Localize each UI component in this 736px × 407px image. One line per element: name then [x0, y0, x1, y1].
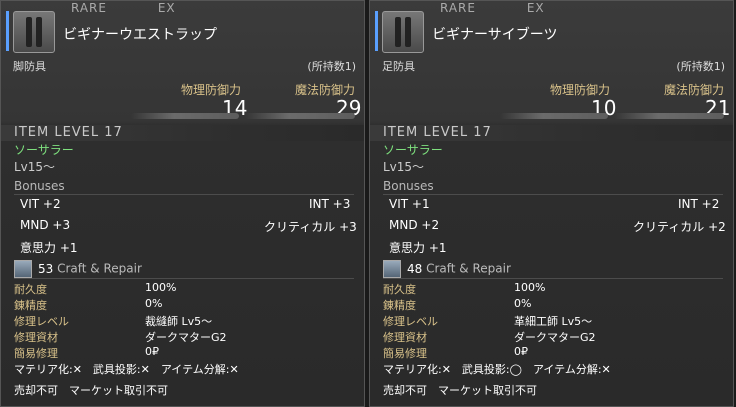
bonus-stat: INT +3: [309, 197, 351, 211]
bonus-stat: 意思力 +1: [389, 241, 447, 255]
bonus-stat: VIT +2: [20, 197, 61, 211]
tooltip-container: RARE EX ビギナーウエストラップ 脚防具 (所持数1) 物理防御力 魔法防…: [0, 0, 736, 407]
leg-armor-icon: [13, 11, 55, 53]
craft-repair-header: 48 Craft & Repair: [383, 260, 511, 278]
craft-label: Craft & Repair: [426, 261, 511, 276]
owned-count: (所持数1): [676, 60, 725, 73]
repair-key: 耐久度: [383, 283, 416, 296]
item-name: ビギナーウエストラップ: [63, 27, 217, 43]
divider: [14, 278, 354, 279]
repair-key: 修理レベル: [383, 315, 438, 328]
item-level: ITEM LEVEL 17: [383, 125, 492, 140]
item-name: ビギナーサイブーツ: [432, 27, 558, 43]
repair-key: 錬精度: [383, 299, 416, 312]
phys-def-bar: [131, 113, 239, 119]
ex-label: EX: [157, 1, 176, 15]
repair-key: 簡易修理: [383, 347, 427, 360]
required-level: Lv15～: [383, 160, 425, 174]
divider: [383, 194, 723, 195]
mag-def-bar: [614, 113, 724, 119]
divider: [14, 194, 354, 195]
repair-value: 100%: [145, 281, 177, 294]
owned-count: (所持数1): [307, 60, 356, 73]
accent-bar: [6, 11, 9, 51]
repair-key: 錬精度: [14, 299, 47, 312]
repair-value: 0%: [514, 297, 532, 310]
bonus-stat: INT +2: [678, 197, 720, 211]
repair-value: 革細工師 Lv5～: [514, 315, 593, 328]
boots-icon: [382, 11, 424, 53]
bonuses-header: Bonuses: [383, 179, 434, 193]
ex-label: EX: [526, 1, 545, 15]
bonus-stat: VIT +1: [389, 197, 430, 211]
bonus-stat: クリティカル +3: [264, 220, 357, 234]
item-slot: 足防具: [382, 60, 415, 73]
repair-value: 0₽: [145, 345, 159, 358]
item-tooltip-waist: RARE EX ビギナーウエストラップ 脚防具 (所持数1) 物理防御力 魔法防…: [0, 0, 365, 407]
required-level: Lv15～: [14, 160, 56, 174]
craft-icon: [383, 260, 401, 278]
repair-value: 裁縫師 Lv5～: [145, 315, 213, 328]
item-level: ITEM LEVEL 17: [14, 125, 123, 140]
repair-value: 100%: [514, 281, 546, 294]
bonus-stat: MND +2: [389, 218, 440, 232]
craft-number: 53: [38, 261, 54, 276]
repair-key: 修理資材: [14, 331, 58, 344]
sale-info: 売却不可 マーケット取引不可: [14, 384, 168, 397]
craft-label: Craft & Repair: [57, 261, 142, 276]
item-slot: 脚防具: [13, 60, 46, 73]
materia-info: マテリア化:✕ 武具投影:✕ アイテム分解:✕: [14, 363, 239, 376]
craft-number: 48: [407, 261, 423, 276]
repair-value: 0%: [145, 297, 163, 310]
repair-value: ダークマターG2: [514, 331, 596, 344]
item-tooltip-boots: RARE EX ビギナーサイブーツ 足防具 (所持数1) 物理防御力 魔法防御力…: [369, 0, 734, 407]
accent-bar: [375, 11, 378, 51]
phys-def-bar: [500, 113, 608, 119]
repair-key: 簡易修理: [14, 347, 58, 360]
bonuses-header: Bonuses: [14, 179, 65, 193]
repair-key: 修理資材: [383, 331, 427, 344]
craft-repair-header: 53 Craft & Repair: [14, 260, 142, 278]
repair-key: 修理レベル: [14, 315, 69, 328]
rarity-labels: RARE EX: [71, 1, 222, 15]
repair-key: 耐久度: [14, 283, 47, 296]
bonus-stat: クリティカル +2: [633, 220, 726, 234]
repair-value: 0₽: [514, 345, 528, 358]
sale-info: 売却不可 マーケット取引不可: [383, 384, 537, 397]
bonus-stat: 意思力 +1: [20, 241, 78, 255]
rare-label: RARE: [71, 1, 107, 15]
rarity-labels: RARE EX: [440, 1, 591, 15]
bonus-stat: MND +3: [20, 218, 71, 232]
mag-def-bar: [245, 113, 355, 119]
craft-icon: [14, 260, 32, 278]
job-class: ソーサラー: [383, 143, 443, 157]
job-class: ソーサラー: [14, 143, 74, 157]
materia-info: マテリア化:✕ 武具投影:◯ アイテム分解:✕: [383, 363, 611, 376]
divider: [383, 278, 723, 279]
rare-label: RARE: [440, 1, 476, 15]
repair-value: ダークマターG2: [145, 331, 227, 344]
